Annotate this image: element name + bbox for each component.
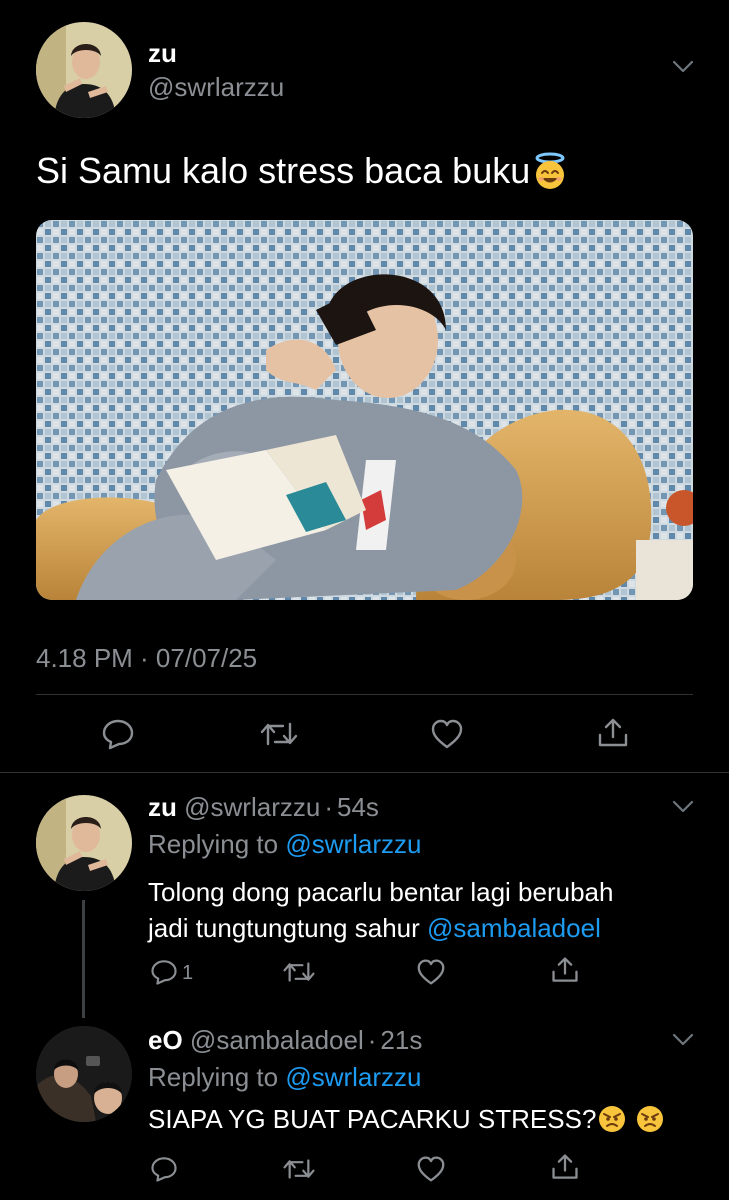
reply-text-line: jadi tungtungtung sahur @sambaladoel — [148, 910, 613, 946]
replying-to-mention[interactable]: @swrlarzzu — [285, 829, 421, 859]
author-handle[interactable]: @swrlarzzu — [148, 72, 284, 103]
reply-time[interactable]: 54s — [337, 792, 379, 822]
chevron-down-icon[interactable] — [672, 800, 694, 814]
mention-link[interactable]: @sambaladoel — [427, 913, 601, 943]
reply-text: SIAPA YG BUAT PACARKU STRESS? — [148, 1104, 664, 1135]
reply-avatar[interactable] — [36, 795, 132, 891]
angry-face-icon — [636, 1105, 664, 1133]
chevron-down-icon[interactable] — [672, 1033, 694, 1047]
reply-author-name[interactable]: eO — [148, 1025, 183, 1055]
reply-header: eO @sambaladoel · 21s — [148, 1025, 422, 1056]
thread-line — [82, 900, 85, 1018]
replying-to: Replying to @swrlarzzu — [148, 1062, 422, 1093]
reply-icon[interactable] — [150, 958, 178, 986]
heart-icon[interactable] — [416, 1155, 446, 1183]
heart-icon[interactable] — [430, 718, 464, 750]
separator-dot: · — [367, 1025, 377, 1055]
replying-to-label: Replying to — [148, 1062, 279, 1092]
reply-count: 1 — [182, 962, 194, 984]
author-avatar[interactable] — [36, 22, 132, 118]
reply-header: zu @swrlarzzu · 54s — [148, 792, 379, 823]
reply-text-content: SIAPA YG BUAT PACARKU STRESS? — [148, 1104, 597, 1134]
divider — [0, 772, 729, 773]
chevron-down-icon[interactable] — [672, 60, 694, 74]
author-name[interactable]: zu — [148, 38, 177, 69]
replying-to-label: Replying to — [148, 829, 279, 859]
tweet-text: Si Samu kalo stress baca buku — [36, 150, 570, 192]
share-icon[interactable] — [596, 716, 630, 750]
share-icon[interactable] — [550, 955, 580, 985]
retweet-icon[interactable] — [282, 958, 316, 986]
angry-face-icon — [598, 1105, 626, 1133]
smiling-face-with-halo-icon — [530, 151, 570, 191]
tweet-text-content: Si Samu kalo stress baca buku — [36, 150, 531, 191]
reply-icon[interactable] — [101, 718, 135, 750]
reply-text-segment: jadi tungtungtung sahur — [148, 913, 420, 943]
divider — [36, 694, 693, 695]
reply-author-handle[interactable]: @sambaladoel — [190, 1025, 364, 1055]
replying-to: Replying to @swrlarzzu — [148, 829, 422, 860]
reply-icon[interactable] — [150, 1155, 178, 1183]
retweet-icon[interactable] — [282, 1155, 316, 1183]
tweet-timestamp[interactable]: 4.18 PM · 07/07/25 — [36, 643, 257, 674]
reply-text: Tolong dong pacarlu bentar lagi berubah … — [148, 874, 613, 946]
reply-avatar[interactable] — [36, 1026, 132, 1122]
reply-author-handle[interactable]: @swrlarzzu — [184, 792, 320, 822]
share-icon[interactable] — [550, 1152, 580, 1182]
retweet-icon[interactable] — [259, 718, 299, 750]
reply-author-name[interactable]: zu — [148, 792, 177, 822]
separator-dot: · — [324, 792, 333, 822]
tweet-image[interactable] — [36, 220, 693, 600]
heart-icon[interactable] — [416, 958, 446, 986]
reply-time[interactable]: 21s — [380, 1025, 422, 1055]
replying-to-mention[interactable]: @swrlarzzu — [285, 1062, 421, 1092]
reply-text-line: Tolong dong pacarlu bentar lagi berubah — [148, 877, 614, 907]
